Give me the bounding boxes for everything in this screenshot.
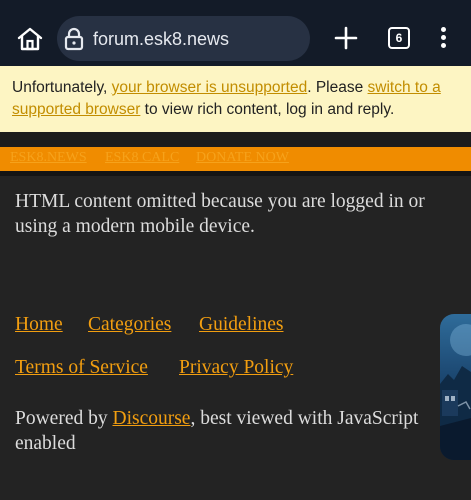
- powered-prefix: Powered by: [15, 408, 113, 429]
- nav-link-esk8-news[interactable]: ESK8.NEWS: [10, 149, 87, 167]
- home-icon[interactable]: [16, 25, 44, 53]
- footer-link-guidelines[interactable]: Guidelines: [199, 312, 283, 337]
- unsupported-browser-notice: Unfortunately, your browser is unsupport…: [0, 66, 471, 132]
- menu-dot: [441, 43, 446, 48]
- powered-by-text: Powered by Discourse, best viewed with J…: [15, 406, 445, 456]
- nav-link-donate-now[interactable]: DONATE NOW: [196, 149, 289, 167]
- nav-link-esk8-calc[interactable]: ESK8 CALC: [105, 149, 179, 167]
- browser-toolbar: forum.esk8.news 6: [0, 0, 471, 66]
- noscript-message: HTML content omitted because you are log…: [15, 191, 425, 237]
- unsupported-browser-link[interactable]: your browser is unsupported: [112, 79, 308, 96]
- notice-text: Unfortunately,: [12, 79, 112, 96]
- plus-icon[interactable]: [334, 26, 358, 50]
- footer-link-home[interactable]: Home: [15, 312, 63, 337]
- url-text[interactable]: forum.esk8.news: [93, 28, 229, 50]
- nav-divider: [0, 171, 471, 176]
- floating-video-thumbnail[interactable]: [440, 314, 471, 460]
- more-vert-icon[interactable]: [438, 27, 448, 49]
- header-strip: [0, 132, 471, 147]
- notice-text: . Please: [307, 79, 368, 96]
- discourse-link[interactable]: Discourse: [112, 408, 190, 429]
- tab-switcher-button[interactable]: 6: [388, 27, 410, 49]
- notice-text: to view rich content, log in and reply.: [140, 101, 395, 118]
- footer-link-terms[interactable]: Terms of Service: [15, 355, 148, 380]
- menu-dot: [441, 27, 446, 32]
- footer-link-categories[interactable]: Categories: [88, 312, 171, 337]
- lock-icon[interactable]: [64, 27, 84, 51]
- menu-dot: [441, 35, 446, 40]
- address-bar[interactable]: forum.esk8.news: [57, 16, 310, 61]
- footer-link-privacy[interactable]: Privacy Policy: [179, 355, 293, 380]
- top-nav-bar: ESK8.NEWS ESK8 CALC DONATE NOW: [0, 147, 471, 171]
